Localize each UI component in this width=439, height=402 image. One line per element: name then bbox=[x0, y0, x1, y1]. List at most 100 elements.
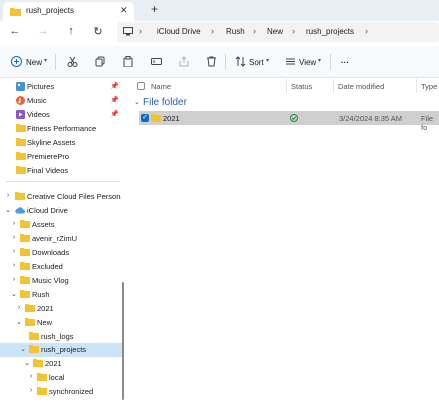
tree-item-music-vlog[interactable]: › Music Vlog bbox=[0, 274, 122, 287]
tree-item-label: Excluded bbox=[32, 262, 63, 271]
sort-icon[interactable] bbox=[235, 56, 246, 67]
tab-label: rush_projects bbox=[26, 6, 75, 15]
column-divider[interactable] bbox=[286, 79, 287, 93]
pin-icon[interactable]: 📌 bbox=[110, 96, 119, 104]
tab-bar: rush_projects ✕ + bbox=[0, 0, 439, 21]
tree-item-creative-cloud-files[interactable]: › Creative Cloud Files Personal A bbox=[0, 190, 122, 203]
chevron-down-icon[interactable]: ⌄ bbox=[4, 206, 12, 214]
share-icon[interactable] bbox=[179, 56, 190, 67]
tree-item-label: Assets bbox=[32, 220, 55, 229]
tree-item-rush-projects[interactable]: ⌄ rush_projects bbox=[0, 343, 122, 357]
breadcrumb-separator: › bbox=[211, 26, 214, 36]
file-list bbox=[127, 78, 439, 402]
tree-item-downloads[interactable]: › Downloads bbox=[0, 246, 122, 259]
delete-icon[interactable] bbox=[206, 56, 217, 67]
more-options-button[interactable]: ··· bbox=[341, 58, 349, 67]
breadcrumb-rush-projects[interactable]: rush_projects bbox=[306, 27, 354, 36]
column-header-type[interactable]: Type bbox=[421, 82, 437, 91]
close-tab-icon[interactable]: ✕ bbox=[120, 5, 128, 16]
pin-icon[interactable]: 📌 bbox=[110, 110, 119, 118]
cut-icon[interactable] bbox=[67, 56, 78, 67]
tree-item-rush[interactable]: ⌄ Rush bbox=[0, 288, 122, 301]
up-button[interactable]: ↑ bbox=[64, 25, 78, 37]
pin-icon[interactable]: 📌 bbox=[110, 82, 119, 90]
column-header-status[interactable]: Status bbox=[291, 82, 312, 91]
tree-item-local[interactable]: › local bbox=[0, 371, 122, 384]
tree-item-label: synchronized bbox=[49, 387, 94, 396]
chevron-right-icon[interactable]: › bbox=[10, 234, 18, 241]
tab-rush-projects[interactable]: rush_projects ✕ bbox=[3, 2, 134, 21]
tree-item-avenir[interactable]: › avenir_rZimU bbox=[0, 232, 122, 245]
tree-item-synchronized[interactable]: › synchronized bbox=[0, 385, 122, 398]
chevron-down-icon[interactable]: ⌄ bbox=[10, 290, 18, 298]
copy-icon[interactable] bbox=[95, 56, 106, 67]
sidebar-item-videos[interactable]: Videos 📌 bbox=[0, 108, 122, 121]
new-tab-button[interactable]: + bbox=[151, 2, 158, 16]
chevron-right-icon[interactable]: › bbox=[10, 262, 18, 269]
column-divider[interactable] bbox=[333, 79, 334, 93]
toolbar-divider bbox=[330, 54, 331, 70]
paste-icon[interactable] bbox=[123, 56, 134, 67]
folder-icon bbox=[25, 318, 35, 326]
sidebar-item-music[interactable]: Music 📌 bbox=[0, 94, 122, 107]
tree-item-assets[interactable]: › Assets bbox=[0, 218, 122, 231]
chevron-down-icon[interactable]: ▾ bbox=[44, 57, 47, 64]
view-icon[interactable] bbox=[285, 56, 296, 67]
tree-item-excluded[interactable]: › Excluded bbox=[0, 260, 122, 273]
navigation-divider bbox=[6, 181, 120, 182]
sidebar-item-pictures[interactable]: Pictures 📌 bbox=[0, 80, 122, 93]
view-button[interactable]: View bbox=[299, 58, 316, 67]
breadcrumb-new[interactable]: New bbox=[267, 27, 283, 36]
tree-item-icloud-drive[interactable]: ⌄ iCloud Drive bbox=[0, 204, 122, 217]
tree-item-2021-sub[interactable]: ⌄ 2021 bbox=[0, 357, 122, 370]
folder-icon bbox=[16, 124, 26, 132]
sidebar-item-premierepro[interactable]: PremierePro bbox=[0, 150, 122, 163]
sidebar-item-label: Music bbox=[27, 96, 47, 105]
tree-item-2021[interactable]: › 2021 bbox=[0, 302, 122, 315]
sidebar-item-fitness-performance[interactable]: Fitness Performance bbox=[0, 122, 122, 135]
sort-button[interactable]: Sort bbox=[249, 58, 264, 67]
file-name[interactable]: 2021 bbox=[163, 114, 180, 123]
sidebar-item-skyline-assets[interactable]: Skyline Assets bbox=[0, 136, 122, 149]
folder-icon bbox=[20, 276, 30, 284]
row-checkbox[interactable]: ✓ bbox=[141, 114, 149, 122]
chevron-down-icon[interactable]: ▾ bbox=[318, 57, 321, 64]
column-divider[interactable] bbox=[416, 79, 417, 93]
chevron-right-icon[interactable]: › bbox=[10, 248, 18, 255]
chevron-down-icon[interactable]: ⌄ bbox=[134, 98, 140, 106]
chevron-right-icon[interactable]: › bbox=[27, 373, 35, 380]
column-header-name[interactable]: Name bbox=[151, 82, 171, 91]
chevron-right-icon[interactable]: › bbox=[15, 304, 23, 311]
navigation-scrollbar[interactable] bbox=[122, 282, 124, 400]
folder-icon bbox=[16, 152, 26, 160]
tree-item-new[interactable]: ⌄ New bbox=[0, 316, 122, 329]
forward-button[interactable]: → bbox=[36, 25, 50, 37]
tree-item-rush-logs[interactable]: rush_logs bbox=[0, 330, 122, 343]
refresh-button[interactable]: ↻ bbox=[91, 25, 105, 38]
chevron-down-icon[interactable]: ⌄ bbox=[23, 359, 31, 367]
folder-icon bbox=[37, 387, 47, 395]
toolbar-divider bbox=[225, 54, 226, 70]
chevron-down-icon[interactable]: ⌄ bbox=[19, 345, 27, 353]
chevron-right-icon[interactable]: › bbox=[10, 220, 18, 227]
new-plus-icon[interactable] bbox=[11, 56, 22, 67]
breadcrumb-separator: › bbox=[139, 26, 142, 36]
breadcrumb-icloud-drive[interactable]: iCloud Drive bbox=[157, 27, 201, 36]
chevron-down-icon[interactable]: ⌄ bbox=[15, 318, 23, 326]
back-button[interactable]: ← bbox=[8, 25, 22, 37]
chevron-right-icon[interactable]: › bbox=[4, 192, 12, 199]
group-header-file-folder[interactable]: File folder bbox=[143, 97, 187, 108]
chevron-right-icon[interactable]: › bbox=[27, 387, 35, 394]
select-all-checkbox[interactable] bbox=[137, 82, 145, 90]
rename-icon[interactable] bbox=[151, 56, 162, 67]
this-pc-icon[interactable] bbox=[123, 27, 133, 36]
file-type: File fo bbox=[421, 114, 434, 132]
breadcrumb-rush[interactable]: Rush bbox=[226, 27, 245, 36]
chevron-right-icon[interactable]: › bbox=[10, 276, 18, 283]
chevron-down-icon[interactable]: ▾ bbox=[266, 57, 269, 64]
column-header-date-modified[interactable]: Date modified bbox=[338, 82, 384, 91]
tree-item-label: local bbox=[49, 373, 65, 382]
videos-icon bbox=[16, 110, 25, 119]
new-button[interactable]: New bbox=[26, 58, 42, 67]
sidebar-item-final-videos[interactable]: Final Videos bbox=[0, 164, 122, 177]
